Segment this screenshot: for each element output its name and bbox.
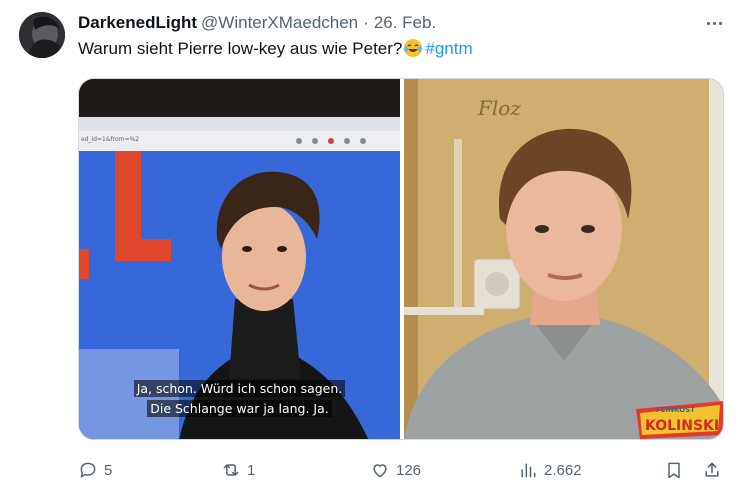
more-dot-icon [718, 21, 722, 25]
media-image-left[interactable]: ed_id=1&from=%2 Ja, schon. Würd ich scho… [79, 79, 400, 439]
bookmark-button[interactable] [664, 458, 684, 482]
repost-button[interactable]: 1 [221, 458, 255, 482]
tweet-date[interactable]: 26. Feb. [374, 13, 436, 33]
like-button[interactable]: 126 [370, 458, 421, 482]
more-dot-icon [712, 21, 716, 25]
subtitle-line-2: Die Schlange war ja lang. Ja. [79, 400, 400, 417]
view-count: 2.662 [544, 461, 582, 479]
more-dot-icon [706, 21, 710, 25]
hashtag-link[interactable]: #gntm [425, 39, 472, 58]
more-options-button[interactable] [701, 10, 727, 36]
repost-count: 1 [247, 461, 256, 479]
reply-count: 5 [104, 461, 113, 479]
laughing-tears-emoji-icon [404, 39, 423, 57]
views-button[interactable]: 2.662 [518, 458, 582, 482]
media-grid[interactable]: ed_id=1&from=%2 Ja, schon. Würd ich scho… [78, 78, 724, 440]
like-count: 126 [396, 461, 422, 479]
tweet-actions: 5 1 126 2.662 [78, 458, 730, 482]
separator-dot: · [363, 13, 369, 32]
media-image-right[interactable]: Floz FEINKOST KOLINSKI [404, 79, 723, 439]
views-bar-chart-icon [521, 463, 536, 478]
repost-icon [223, 464, 239, 476]
heart-icon [373, 464, 387, 478]
badge-top-text: FEINKOST [656, 406, 695, 414]
browser-url: ed_id=1&from=%2 [81, 136, 139, 143]
tweet-text: Warum sieht Pierre low-key aus wie Peter… [78, 38, 473, 60]
subtitle-line-1: Ja, schon. Würd ich schon sagen. [79, 380, 400, 397]
share-icon [705, 462, 719, 477]
badge-main-text: KOLINSKI [645, 418, 719, 434]
reply-icon [80, 462, 96, 478]
tweet-header: DarkenedLight @WinterXMaedchen · 26. Feb… [78, 12, 436, 34]
reply-button[interactable]: 5 [78, 458, 112, 482]
user-handle[interactable]: @WinterXMaedchen [201, 13, 358, 33]
tweet: DarkenedLight @WinterXMaedchen · 26. Feb… [0, 0, 740, 494]
share-button[interactable] [702, 458, 722, 482]
display-name[interactable]: DarkenedLight [78, 13, 197, 33]
whiteboard-scribble: Floz [477, 96, 521, 120]
bookmark-icon [668, 462, 680, 479]
tweet-body: Warum sieht Pierre low-key aus wie Peter… [78, 39, 403, 58]
avatar[interactable] [19, 12, 65, 58]
